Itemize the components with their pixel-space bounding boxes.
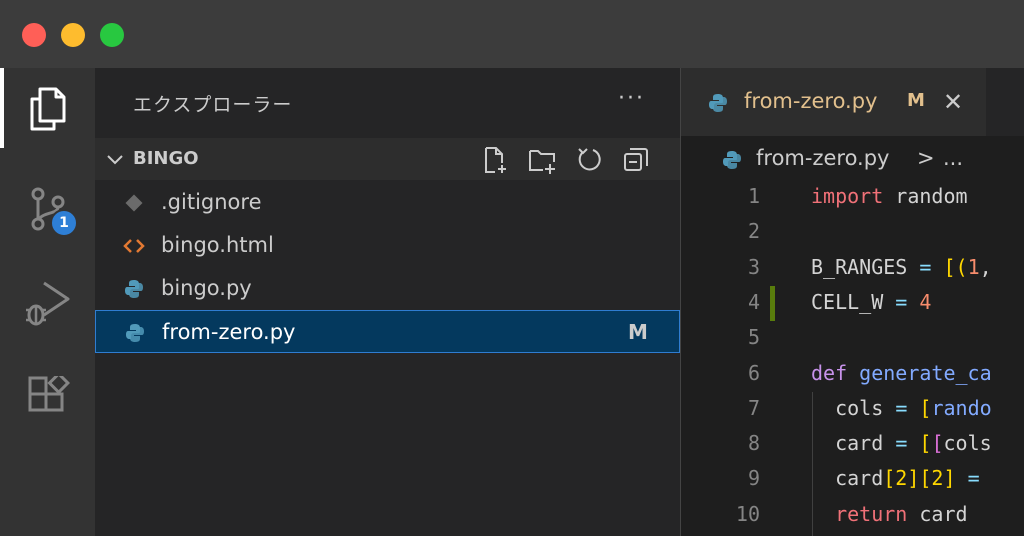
file-item-gitignore[interactable]: .gitignore <box>95 181 680 224</box>
breadcrumb-symbols[interactable]: ... <box>943 146 963 170</box>
code-line: 3 B_RANGES = [(1, <box>681 251 1024 286</box>
file-item-bingo-html[interactable]: bingo.html <box>95 224 680 267</box>
code-line: 5 <box>681 321 1024 356</box>
code-line: 6 def generate_ca <box>681 357 1024 392</box>
code-editor[interactable]: 1 import random 2 3 B_RANGES = [(1, 4 CE… <box>681 180 1024 536</box>
line-text: card[2][2] = <box>835 466 980 491</box>
git-file-icon <box>123 192 145 214</box>
line-number: 6 <box>747 360 760 385</box>
line-number: 4 <box>747 289 760 314</box>
tab-bar: from-zero.py M ✕ <box>681 68 1024 136</box>
activity-bar: 1 <box>0 68 95 536</box>
activity-run-debug[interactable] <box>0 263 95 343</box>
folder-header[interactable]: BINGO <box>95 138 680 180</box>
breadcrumb-separator: > <box>917 146 935 170</box>
python-file-icon <box>721 149 743 175</box>
breadcrumb: from-zero.py > ... <box>681 136 1024 180</box>
breadcrumb-file[interactable]: from-zero.py <box>756 146 889 170</box>
code-line: 8 card = [[cols <box>681 427 1024 462</box>
code-line: 1 import random <box>681 180 1024 215</box>
python-file-icon <box>123 278 145 300</box>
python-file-icon <box>707 92 729 118</box>
line-text: import random <box>811 184 968 208</box>
extensions-icon <box>28 376 70 412</box>
modified-badge: M <box>628 320 648 344</box>
files-icon <box>30 87 65 131</box>
explorer-header: エクスプローラー ··· <box>95 68 680 138</box>
refresh-icon[interactable] <box>574 145 604 175</box>
more-actions-button[interactable]: ··· <box>618 86 645 111</box>
file-name: bingo.html <box>161 233 274 257</box>
line-number: 1 <box>747 184 760 208</box>
code-line: 2 <box>681 215 1024 250</box>
file-item-bingo-py[interactable]: bingo.py <box>95 267 680 310</box>
title-bar <box>0 0 1024 68</box>
editor-group: from-zero.py M ✕ from-zero.py > ... 1 im… <box>680 68 1024 536</box>
line-text: B_RANGES = [(1, <box>811 254 992 279</box>
python-file-icon <box>124 322 146 344</box>
line-number: 5 <box>747 325 760 350</box>
explorer-title: エクスプローラー <box>133 94 293 116</box>
line-number: 2 <box>747 219 760 244</box>
activity-source-control[interactable] <box>0 168 95 248</box>
line-text: card = [[cols <box>835 431 992 456</box>
line-number: 7 <box>747 395 760 420</box>
code-line: 9 card[2][2] = <box>681 462 1024 497</box>
code-line: 7 cols = [rando <box>681 392 1024 427</box>
activity-extensions[interactable] <box>0 358 95 438</box>
zoom-window-button[interactable] <box>100 23 124 47</box>
line-text: return card <box>835 501 968 526</box>
new-folder-icon[interactable] <box>527 145 557 175</box>
folder-name: BINGO <box>133 148 199 169</box>
tab-modified-badge: M <box>907 90 925 111</box>
file-item-from-zero-py[interactable]: from-zero.py M <box>95 310 680 353</box>
line-number: 8 <box>747 431 760 456</box>
html-file-icon <box>123 235 145 257</box>
explorer-sidebar: エクスプローラー ··· BINGO .gitignore bingo.html… <box>95 68 680 536</box>
file-name: .gitignore <box>161 190 262 214</box>
chevron-down-icon <box>107 155 123 165</box>
line-text: CELL_W = 4 <box>811 289 932 314</box>
source-control-badge: 1 <box>50 209 78 237</box>
close-tab-button[interactable]: ✕ <box>943 88 963 116</box>
new-file-icon[interactable] <box>480 145 510 175</box>
line-text: def generate_ca <box>811 360 992 385</box>
code-line: 10 return card <box>681 498 1024 533</box>
collapse-all-icon[interactable] <box>621 145 651 175</box>
line-number: 10 <box>735 501 760 526</box>
tab-from-zero-py[interactable]: from-zero.py M ✕ <box>681 68 986 136</box>
gutter-added-indicator <box>770 285 775 321</box>
file-name: bingo.py <box>161 276 252 300</box>
close-window-button[interactable] <box>22 23 46 47</box>
line-text: cols = [rando <box>835 395 992 420</box>
code-line-modified: 4 CELL_W = 4 <box>681 285 1024 321</box>
minimize-window-button[interactable] <box>61 23 85 47</box>
file-name: from-zero.py <box>162 320 296 344</box>
run-debug-icon <box>25 281 69 326</box>
activity-explorer[interactable] <box>0 68 95 148</box>
tab-label: from-zero.py <box>744 89 878 113</box>
line-number: 9 <box>747 466 760 491</box>
line-number: 3 <box>747 254 760 279</box>
